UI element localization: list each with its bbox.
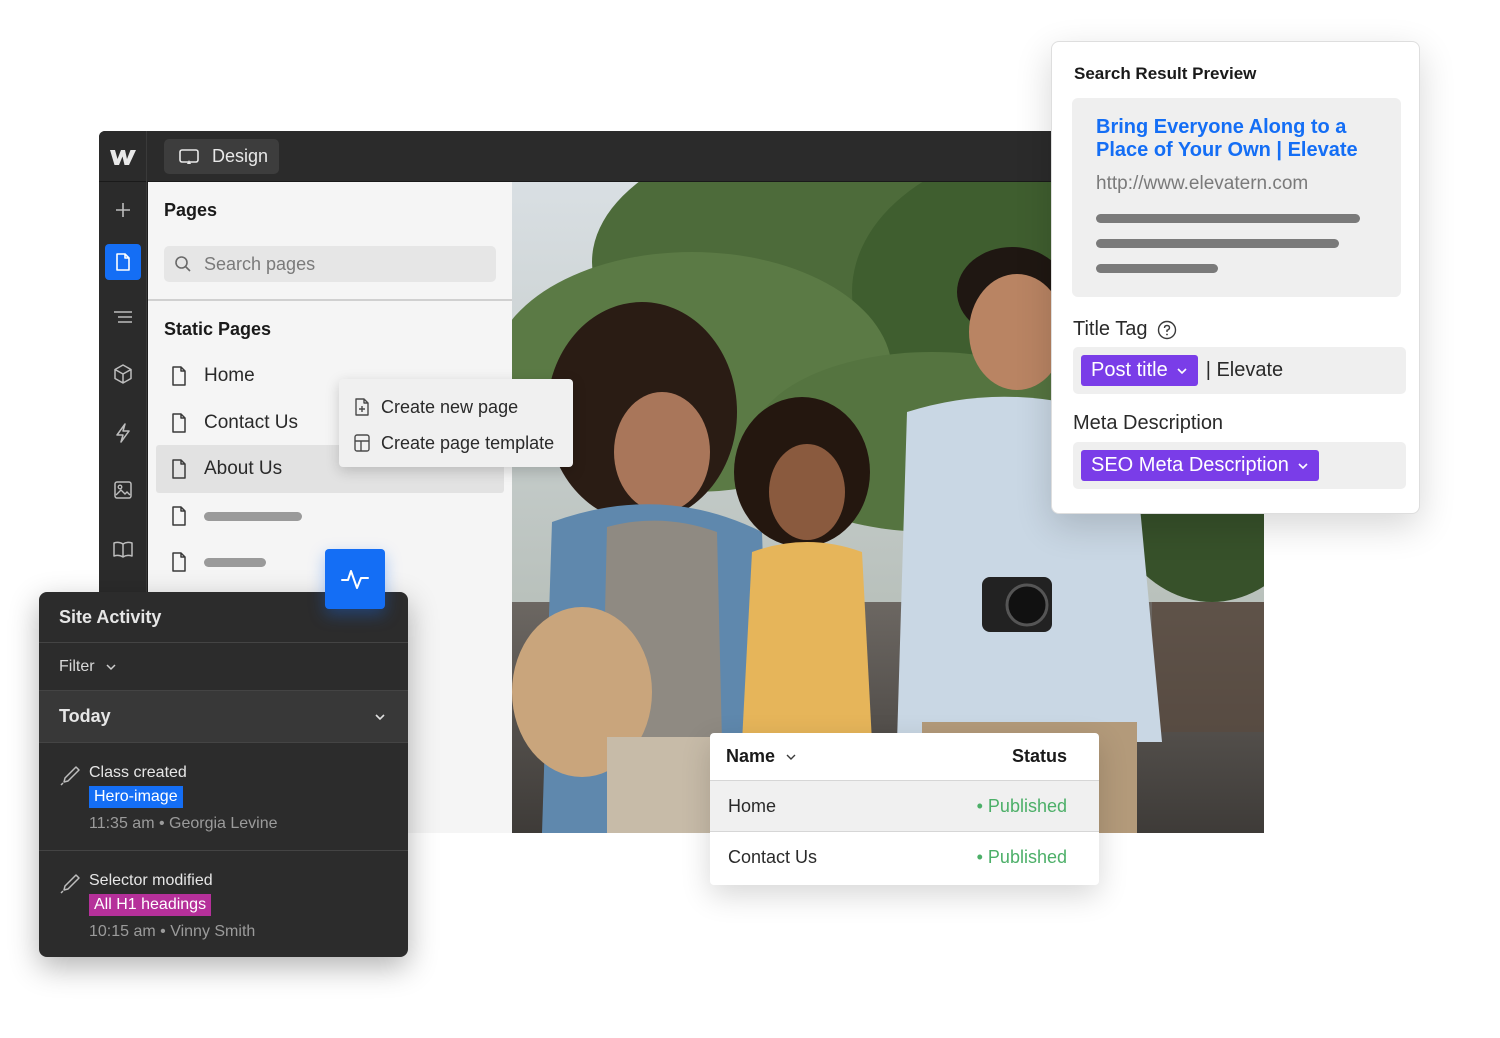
activity-pulse-icon [341,570,369,589]
brush-icon [60,874,80,894]
page-icon [172,366,186,386]
table-row[interactable]: Home • Published [710,781,1099,832]
search-preview-title: Search Result Preview [1074,64,1257,83]
chevron-down-icon [786,754,796,760]
navigator-icon[interactable] [105,299,141,335]
activity-tag: All H1 headings [89,894,212,916]
status-badge: • Published [976,847,1067,867]
monitor-icon [179,148,199,164]
webflow-logo-icon [109,149,136,165]
brush-icon [60,766,80,786]
today-group-toggle[interactable]: Today [39,691,408,743]
page-item-placeholder[interactable] [156,492,504,540]
page-item-label: About Us [204,458,283,479]
cms-icon[interactable] [105,531,141,567]
search-result-card: Bring Everyone Along to a Place of Your … [1072,98,1401,297]
activity-meta: 11:35 am • Georgia Levine [89,815,278,832]
new-page-icon [355,398,369,416]
activity-entry[interactable]: Selector modified All H1 headings 10:15 … [39,851,408,957]
description-placeholder-line [1096,239,1339,248]
title-tag-field[interactable]: Post title | Elevate [1073,347,1406,394]
help-icon[interactable] [1157,320,1177,340]
chevron-down-icon [106,663,116,670]
create-page-template-item[interactable]: Create page template [339,425,573,461]
activity-tag: Hero-image [89,786,183,808]
components-icon[interactable] [105,356,141,392]
name-column-label: Name [726,746,776,766]
page-name-placeholder [204,511,302,521]
pages-panel-title: Pages [164,200,218,220]
status-column-header[interactable]: Status [1012,746,1067,767]
title-tag-suffix: | Elevate [1205,359,1284,381]
create-new-page-item[interactable]: Create new page [339,389,573,425]
design-mode-label: Design [212,146,269,166]
template-icon [354,434,370,452]
search-placeholder: Search pages [204,253,316,274]
row-name: Home [728,795,777,816]
page-icon [172,552,186,572]
meta-description-label: Meta Description [1073,412,1223,435]
create-page-template-label: Create page template [381,432,555,453]
add-icon[interactable] [105,192,141,228]
chevron-down-icon [1177,367,1187,374]
description-placeholder-line [1096,264,1218,273]
search-result-url: http://www.elevatern.com [1096,173,1309,194]
page-context-menu: Create new page Create page template [339,379,573,467]
site-activity-panel: Site Activity Filter Today Class created… [39,592,408,957]
post-title-token-label: Post title [1091,359,1168,381]
chevron-down-icon [1298,462,1308,469]
search-icon [175,256,191,272]
filter-dropdown[interactable]: Filter [39,643,408,691]
panel-divider [148,299,512,301]
app-root: Design Pages Search pages Static Pages H… [0,0,1500,1038]
description-placeholder-line [1096,214,1360,223]
chevron-down-icon [375,713,385,720]
search-pages-input[interactable]: Search pages [164,246,496,282]
activity-button[interactable] [325,549,385,609]
webflow-logo[interactable] [99,131,147,182]
page-icon [172,413,186,433]
page-item-label: Contact Us [204,412,298,433]
table-header: Name Status [710,733,1099,781]
post-title-token[interactable]: Post title [1081,355,1198,386]
page-icon [172,506,186,526]
pages-status-table: Name Status Home • Published Contact Us … [710,733,1099,885]
meta-description-text: Meta Description [1073,412,1224,434]
search-result-preview-panel: Search Result Preview Bring Everyone Alo… [1051,41,1420,514]
activity-title: Class created [89,764,187,781]
seo-meta-description-token-label: SEO Meta Description [1091,454,1289,476]
meta-description-field[interactable]: SEO Meta Description [1073,442,1406,489]
status-badge: • Published [976,795,1067,816]
title-tag-label: Title Tag [1073,318,1177,341]
page-name-placeholder [204,557,266,567]
row-name: Contact Us [728,847,818,867]
interactions-icon[interactable] [105,415,141,451]
filter-label: Filter [59,657,95,675]
create-new-page-label: Create new page [381,396,519,417]
name-column-header[interactable]: Name [726,746,797,767]
page-item-label: Home [204,365,255,386]
pages-icon[interactable] [105,244,141,280]
design-mode-button[interactable]: Design [164,139,279,174]
activity-meta: 10:15 am • Vinny Smith [89,923,256,940]
activity-title: Selector modified [89,872,213,889]
search-result-title[interactable]: Bring Everyone Along to a Place of Your … [1096,116,1376,162]
assets-icon[interactable] [105,472,141,508]
today-label: Today [59,706,111,726]
seo-meta-description-token[interactable]: SEO Meta Description [1081,450,1319,481]
page-icon [172,459,186,479]
title-tag-text: Title Tag [1073,318,1148,340]
activity-entry[interactable]: Class created Hero-image 11:35 am • Geor… [39,743,408,851]
static-pages-title: Static Pages [164,319,272,339]
table-row[interactable]: Contact Us • Published [710,832,1099,883]
